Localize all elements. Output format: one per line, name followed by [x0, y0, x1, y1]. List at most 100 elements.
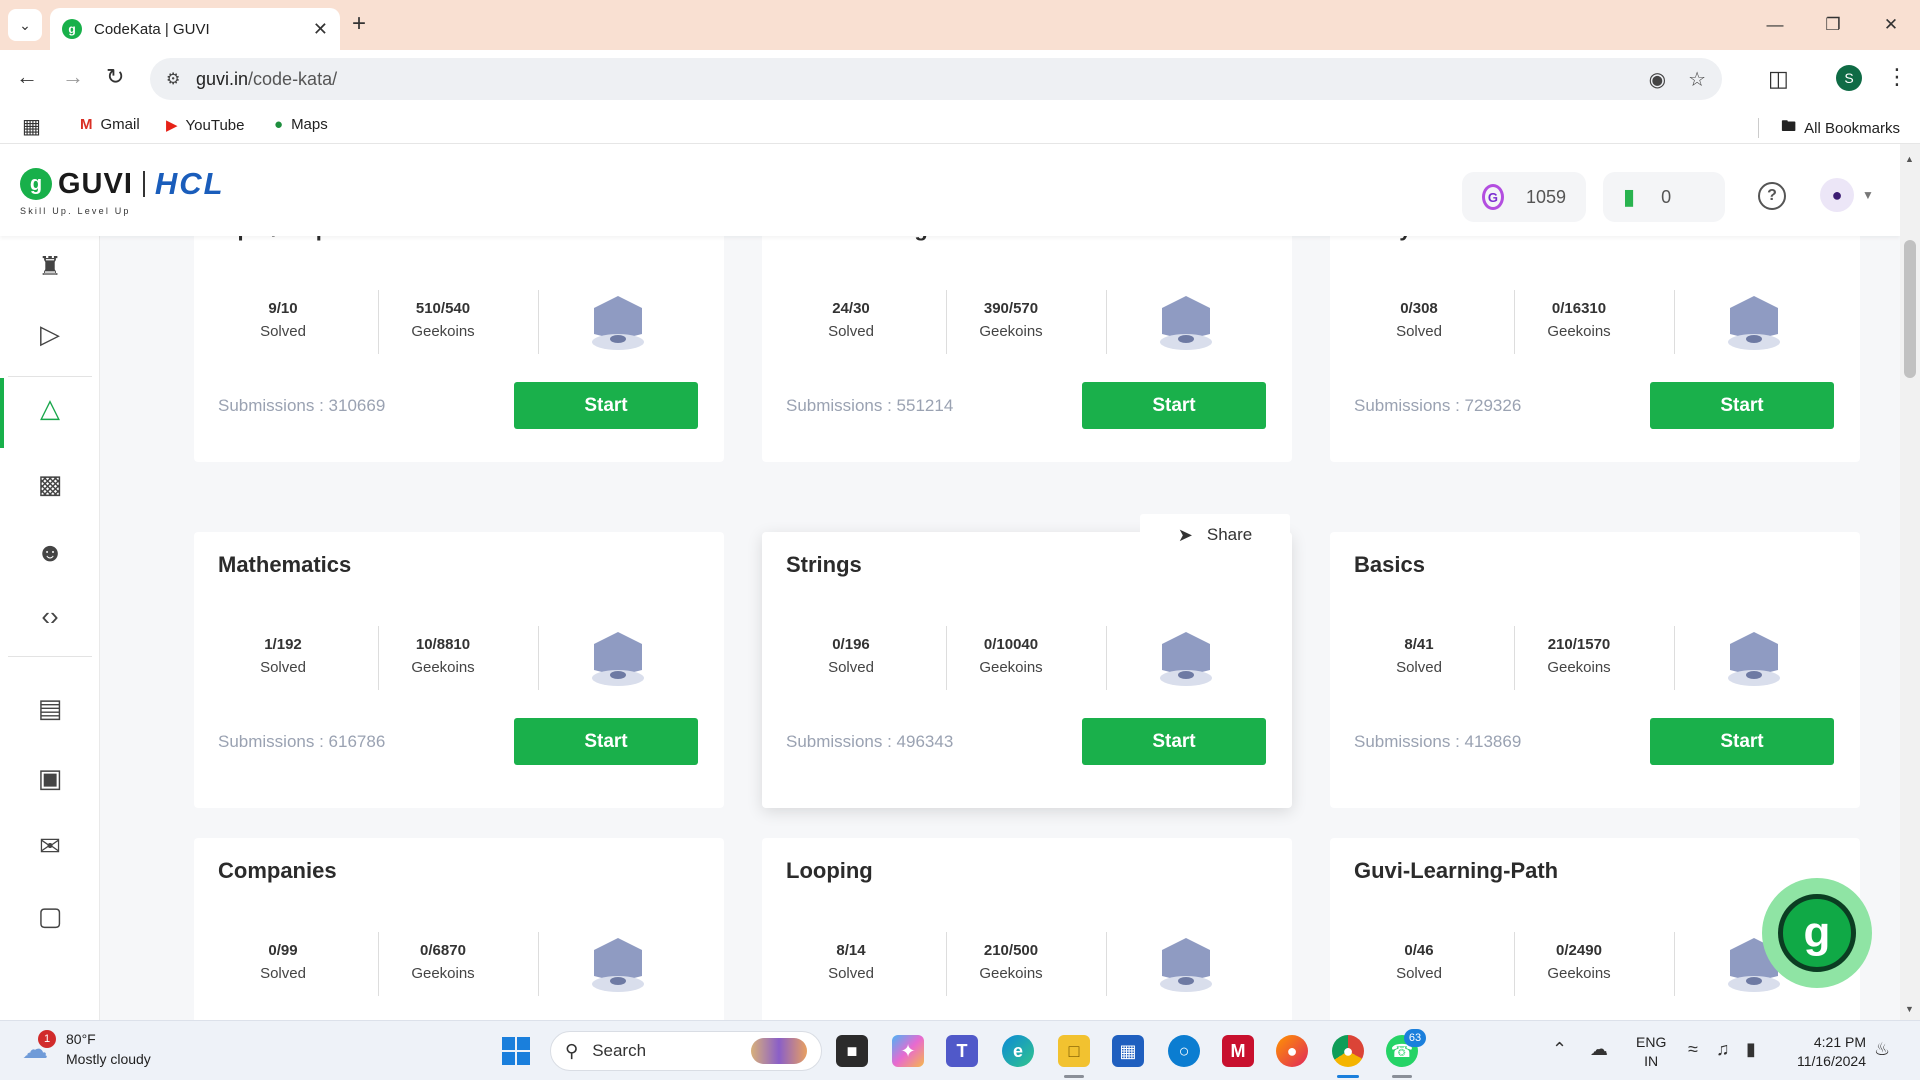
track-card[interactable]: Looping 8/14 Solved 210/500 Geekoins [762, 838, 1292, 1020]
sidebar-item-videos[interactable]: ▷ [0, 304, 100, 364]
bookmark-youtube[interactable]: ▶ YouTube [166, 116, 245, 135]
menu-kebab-icon[interactable]: ⋮ [1886, 64, 1908, 90]
teams-icon[interactable]: T [946, 1035, 978, 1067]
solved-value: 8/41 [1404, 636, 1434, 653]
minimize-button[interactable]: — [1746, 0, 1804, 50]
star-icon[interactable]: ☆ [1688, 67, 1706, 92]
battery-icon[interactable]: ▮ [1746, 1039, 1756, 1060]
help-icon[interactable]: ? [1758, 182, 1786, 210]
sidebar-item-forum[interactable]: ▢ [0, 886, 100, 946]
sidebar-divider [8, 656, 92, 657]
geekoins-stat: 210/1570 Geekoins [1514, 636, 1644, 676]
sidebar-item-leaderboard[interactable]: ▤ [0, 678, 100, 738]
chevron-down-icon[interactable]: ▼ [1862, 188, 1874, 202]
geekoins-value: 0/16310 [1551, 300, 1607, 317]
browser-tab-bar: ⌄ g CodeKata | GUVI ✕ + — ❐ ✕ [0, 0, 1920, 50]
track-card[interactable]: Basics 8/41 Solved 210/1570 Geekoins Submissi… [1330, 532, 1860, 808]
leaderboard-counter[interactable]: ▮ 0 [1603, 172, 1725, 222]
sidebar-item-codekata[interactable]: △ [0, 378, 100, 448]
solved-stat: 0/99 Solved [218, 942, 348, 982]
edge-icon[interactable]: e [1002, 1035, 1034, 1067]
sidebar-item-debug[interactable]: ☻ [0, 522, 100, 582]
browser-tab[interactable]: g CodeKata | GUVI ✕ [50, 8, 340, 50]
language-indicator[interactable]: ENG IN [1636, 1033, 1666, 1071]
profile-avatar[interactable]: S [1836, 65, 1862, 91]
scroll-up-icon[interactable]: ▲ [1905, 154, 1914, 164]
start-button[interactable]: Start [514, 382, 698, 429]
volume-icon[interactable]: ♫ [1716, 1039, 1730, 1060]
file-explorer-icon[interactable]: □ [1058, 1035, 1090, 1067]
track-card[interactable]: Companies 0/99 Solved 0/6870 Geekoins [194, 838, 724, 1020]
track-card[interactable]: Mathematics 1/192 Solved 10/8810 Geekoins Sub… [194, 532, 724, 808]
shield-badge-icon [1728, 296, 1780, 350]
track-card[interactable]: Strings 0/196 Solved 0/10040 Geekoins Submiss… [762, 532, 1292, 808]
sidebar-item-rewards[interactable]: ▣ [0, 748, 100, 808]
weather-widget[interactable]: ☁ 1 80°F Mostly cloudy [22, 1029, 151, 1069]
solved-label: Solved [260, 323, 306, 340]
start-button[interactable]: Start [1082, 718, 1266, 765]
share-button[interactable]: ➤ Share [1140, 514, 1290, 556]
mcafee-icon[interactable]: M [1222, 1035, 1254, 1067]
bar-chart-icon: ▤ [37, 692, 63, 723]
chrome-icon[interactable]: ● [1332, 1035, 1364, 1067]
geekoin-icon: G [1482, 184, 1504, 210]
card-title: Looping [786, 858, 873, 883]
submissions-count: Submissions : 616786 [218, 732, 386, 751]
close-window-button[interactable]: ✕ [1862, 0, 1920, 50]
taskbar-search[interactable]: ⚲ Search [550, 1031, 822, 1071]
cloud-sync-icon[interactable]: ☁ [1590, 1039, 1608, 1060]
sidebar-item-ide[interactable]: ▩ [0, 454, 100, 514]
wifi-icon[interactable]: ≈ [1688, 1039, 1698, 1060]
address-bar[interactable]: ⚙ guvi.in/code-kata/ ◉ ☆ [150, 58, 1722, 100]
geekoins-stat: 390/570 Geekoins [946, 300, 1076, 340]
solved-stat: 8/14 Solved [786, 942, 916, 982]
windows-start-icon[interactable] [502, 1037, 530, 1065]
start-button[interactable]: Start [514, 718, 698, 765]
solved-label: Solved [260, 965, 306, 982]
url-text[interactable]: guvi.in/code-kata/ [196, 69, 1627, 90]
bookmark-maps[interactable]: ● Maps [274, 116, 328, 133]
share-label: Share [1206, 525, 1253, 544]
forward-icon[interactable]: → [62, 64, 84, 90]
firefox-icon[interactable]: ● [1276, 1035, 1308, 1067]
start-button[interactable]: Start [1082, 382, 1266, 429]
extensions-icon[interactable]: ◫ [1768, 66, 1789, 92]
scrollbar-thumb[interactable] [1904, 240, 1916, 378]
notification-bell-icon[interactable]: ♨ [1874, 1039, 1890, 1060]
start-button[interactable]: Start [1650, 718, 1834, 765]
sidebar-item-announcements[interactable]: ✉ [0, 816, 100, 876]
all-bookmarks[interactable]: 🖿 All Bookmarks [1781, 116, 1900, 141]
sidebar-item-courses[interactable]: ♜ [0, 236, 100, 296]
guvi-hcl-logo[interactable]: g GUVI HCL [20, 166, 225, 202]
geekoins-label: Geekoins [411, 659, 475, 676]
close-icon[interactable]: ✕ [313, 19, 328, 40]
leaderboard-value: 0 [1661, 186, 1672, 207]
bookmarks-bar: ▦ M Gmail ▶ YouTube ● Maps 🖿 All Bookmarks [0, 108, 1920, 144]
support-chat-bot[interactable]: g [1762, 878, 1872, 988]
page-scrollbar[interactable]: ▲ ▼ [1900, 144, 1920, 1020]
geekoins-counter[interactable]: G 1059 [1462, 172, 1586, 222]
apps-grid-icon[interactable]: ▦ [22, 114, 41, 139]
scroll-down-icon[interactable]: ▼ [1905, 1004, 1914, 1014]
back-icon[interactable]: ← [16, 64, 38, 90]
tab-search-button[interactable]: ⌄ [8, 9, 42, 41]
stat-divider [1106, 932, 1107, 996]
sidebar-item-code[interactable]: ‹› [0, 586, 100, 646]
eye-off-icon[interactable]: ◉ [1649, 67, 1666, 92]
copilot-icon[interactable]: ✦ [892, 1035, 924, 1067]
task-view-icon[interactable]: ■ [836, 1035, 868, 1067]
start-button[interactable]: Start [1650, 382, 1834, 429]
taskbar-clock[interactable]: 4:21 PM 11/16/2024 [1786, 1033, 1866, 1071]
weather-temp: 80°F [66, 1031, 96, 1047]
user-avatar[interactable]: ● [1820, 178, 1854, 212]
alexa-icon[interactable]: ○ [1168, 1035, 1200, 1067]
reload-icon[interactable]: ↻ [106, 64, 124, 90]
bookmark-gmail[interactable]: M Gmail [80, 116, 140, 133]
restore-button[interactable]: ❐ [1804, 0, 1862, 50]
chevron-up-icon[interactable]: ⌃ [1552, 1039, 1567, 1060]
chat-icon: ▢ [37, 900, 63, 931]
new-tab-button[interactable]: + [352, 10, 366, 38]
solved-value: 8/14 [836, 942, 866, 959]
store-icon[interactable]: ▦ [1112, 1035, 1144, 1067]
site-info-icon[interactable]: ⚙ [166, 69, 196, 89]
